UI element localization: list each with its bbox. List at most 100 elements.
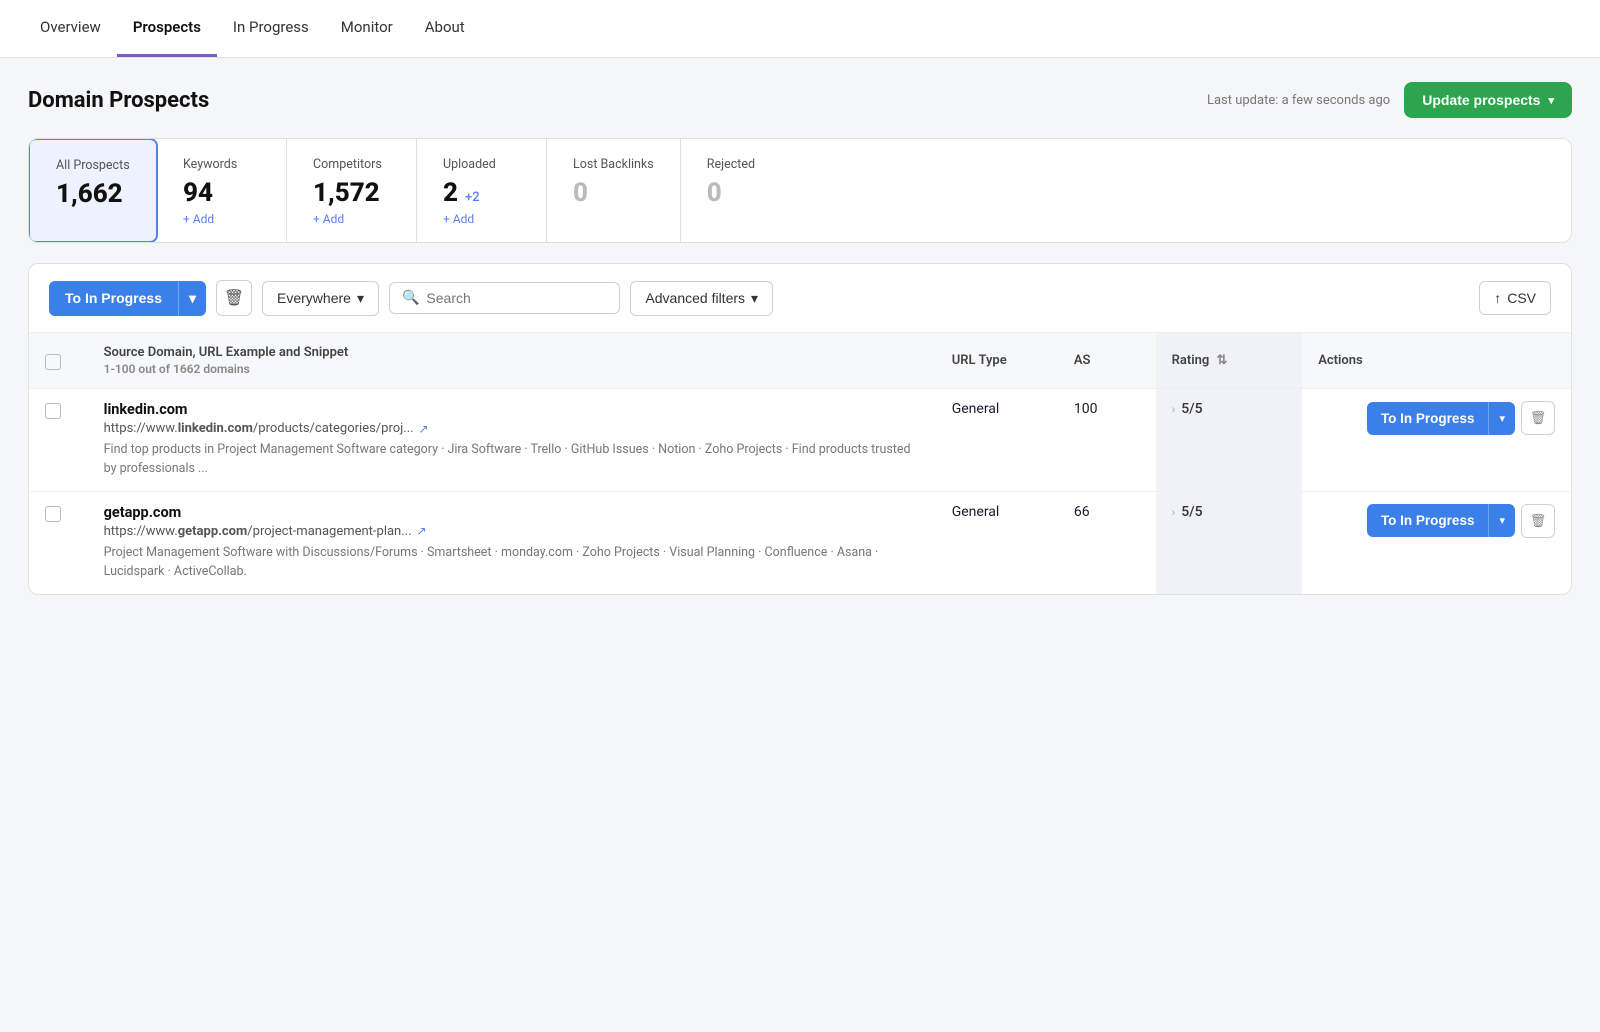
domain-url: https://www.getapp.com/project-managemen… xyxy=(104,524,920,539)
stat-uploaded[interactable]: Uploaded 2+2 + Add xyxy=(417,139,547,242)
nav-about[interactable]: About xyxy=(409,0,481,57)
select-all-checkbox[interactable] xyxy=(45,354,61,370)
rating-arrow-icon: › xyxy=(1172,505,1176,519)
nav-overview[interactable]: Overview xyxy=(24,0,117,57)
row-domain-cell: linkedin.com https://www.linkedin.com/pr… xyxy=(88,389,936,492)
stat-all-prospects-value: 1,662 xyxy=(56,179,130,209)
th-as: AS xyxy=(1058,333,1156,389)
row-checkbox-cell xyxy=(29,389,88,492)
trash-icon: 🗑 xyxy=(1530,410,1547,426)
stat-all-prospects-label: All Prospects xyxy=(56,158,130,173)
stat-keywords[interactable]: Keywords 94 + Add xyxy=(157,139,287,242)
stat-uploaded-label: Uploaded xyxy=(443,157,520,172)
chevron-down-icon: ▾ xyxy=(751,290,758,307)
table-meta: 1-100 out of 1662 domains xyxy=(104,362,920,376)
row-action-btn-group: To In Progress ▾ xyxy=(1367,402,1515,435)
table-section: To In Progress ▾ 🗑 Everywhere ▾ 🔍 Advanc… xyxy=(28,263,1572,595)
stat-competitors[interactable]: Competitors 1,572 + Add xyxy=(287,139,417,242)
domain-name: getapp.com xyxy=(104,504,920,521)
everywhere-dropdown[interactable]: Everywhere ▾ xyxy=(262,281,379,316)
domain-url: https://www.linkedin.com/products/catego… xyxy=(104,421,920,436)
table-row: getapp.com https://www.getapp.com/projec… xyxy=(29,491,1571,593)
stat-rejected-value: 0 xyxy=(707,178,785,208)
external-link-icon[interactable]: ↗ xyxy=(417,524,427,538)
header-right: Last update: a few seconds ago Update pr… xyxy=(1207,82,1572,118)
advanced-filters-button[interactable]: Advanced filters ▾ xyxy=(630,281,773,316)
toolbar: To In Progress ▾ 🗑 Everywhere ▾ 🔍 Advanc… xyxy=(29,264,1571,333)
row-as-cell: 66 xyxy=(1058,491,1156,593)
row-to-in-progress-button[interactable]: To In Progress xyxy=(1367,504,1489,537)
rating-value: 5/5 xyxy=(1181,401,1202,417)
upload-icon: ↑ xyxy=(1494,290,1501,306)
table-row: linkedin.com https://www.linkedin.com/pr… xyxy=(29,389,1571,492)
nav-monitor[interactable]: Monitor xyxy=(325,0,409,57)
csv-export-button[interactable]: ↑ CSV xyxy=(1479,281,1551,315)
header-row: Domain Prospects Last update: a few seco… xyxy=(28,82,1572,118)
as-value: 66 xyxy=(1074,504,1090,520)
domain-url-text: https://www.getapp.com/project-managemen… xyxy=(104,524,412,539)
stat-all-prospects[interactable]: All Prospects 1,662 xyxy=(28,138,158,243)
row-to-in-progress-chevron[interactable]: ▾ xyxy=(1488,504,1515,537)
row-checkbox[interactable] xyxy=(45,403,61,419)
page-title: Domain Prospects xyxy=(28,88,209,113)
main-content: Domain Prospects Last update: a few seco… xyxy=(0,58,1600,1032)
advanced-filters-label: Advanced filters xyxy=(645,290,745,306)
nav-prospects[interactable]: Prospects xyxy=(117,0,217,57)
stat-lost-backlinks-label: Lost Backlinks xyxy=(573,157,654,172)
to-in-progress-btn-group: To In Progress ▾ xyxy=(49,281,206,316)
stats-row: All Prospects 1,662 Keywords 94 + Add Co… xyxy=(28,138,1572,243)
domain-snippet: Project Management Software with Discuss… xyxy=(104,543,920,582)
th-source-label: Source Domain, URL Example and Snippet xyxy=(104,345,920,360)
chevron-down-icon: ▾ xyxy=(357,290,364,307)
row-checkbox-cell xyxy=(29,491,88,593)
row-actions-cell: To In Progress ▾ 🗑 xyxy=(1302,389,1571,492)
last-update-text: Last update: a few seconds ago xyxy=(1207,93,1390,108)
stat-lost-backlinks[interactable]: Lost Backlinks 0 xyxy=(547,139,681,242)
nav-in-progress[interactable]: In Progress xyxy=(217,0,325,57)
row-rating-cell: › 5/5 xyxy=(1156,491,1303,593)
row-rating-cell: › 5/5 xyxy=(1156,389,1303,492)
stat-competitors-add[interactable]: + Add xyxy=(313,212,390,226)
search-icon: 🔍 xyxy=(402,290,419,306)
stat-competitors-value: 1,572 xyxy=(313,178,390,208)
th-rating[interactable]: Rating ⇅ xyxy=(1156,333,1303,389)
stat-keywords-label: Keywords xyxy=(183,157,260,172)
row-delete-button[interactable]: 🗑 xyxy=(1521,504,1555,538)
domain-name: linkedin.com xyxy=(104,401,920,418)
stat-uploaded-add[interactable]: + Add xyxy=(443,212,520,226)
stat-rejected[interactable]: Rejected 0 xyxy=(681,139,811,242)
trash-icon: 🗑 xyxy=(224,288,244,308)
row-to-in-progress-button[interactable]: To In Progress xyxy=(1367,402,1489,435)
external-link-icon[interactable]: ↗ xyxy=(419,422,429,436)
domain-url-text: https://www.linkedin.com/products/catego… xyxy=(104,421,414,436)
row-checkbox[interactable] xyxy=(45,506,61,522)
th-actions: Actions xyxy=(1302,333,1571,389)
th-source-domain: Source Domain, URL Example and Snippet 1… xyxy=(88,333,936,389)
as-value: 100 xyxy=(1074,401,1098,417)
stat-uploaded-plus: +2 xyxy=(465,190,480,205)
delete-button[interactable]: 🗑 xyxy=(216,280,252,316)
domain-snippet: Find top products in Project Management … xyxy=(104,440,920,479)
sort-icon: ⇅ xyxy=(1216,353,1227,368)
row-to-in-progress-chevron[interactable]: ▾ xyxy=(1488,402,1515,435)
search-input[interactable] xyxy=(426,290,607,306)
row-action-btn-group: To In Progress ▾ xyxy=(1367,504,1515,537)
url-type-value: General xyxy=(952,504,1000,520)
stat-keywords-value: 94 xyxy=(183,178,260,208)
row-url-type-cell: General xyxy=(936,389,1058,492)
row-delete-button[interactable]: 🗑 xyxy=(1521,401,1555,435)
to-in-progress-chevron-button[interactable]: ▾ xyxy=(178,281,206,316)
update-prospects-button[interactable]: Update prospects ▾ xyxy=(1404,82,1572,118)
to-in-progress-button[interactable]: To In Progress xyxy=(49,281,178,316)
stat-rejected-label: Rejected xyxy=(707,157,785,172)
search-input-wrap: 🔍 xyxy=(389,282,620,314)
row-actions-cell: To In Progress ▾ 🗑 xyxy=(1302,491,1571,593)
trash-icon: 🗑 xyxy=(1530,513,1547,529)
row-url-type-cell: General xyxy=(936,491,1058,593)
stat-keywords-add[interactable]: + Add xyxy=(183,212,260,226)
everywhere-label: Everywhere xyxy=(277,290,351,306)
chevron-down-icon: ▾ xyxy=(1548,94,1554,107)
rating-value: 5/5 xyxy=(1181,504,1202,520)
row-domain-cell: getapp.com https://www.getapp.com/projec… xyxy=(88,491,936,593)
rating-arrow-icon: › xyxy=(1172,402,1176,416)
